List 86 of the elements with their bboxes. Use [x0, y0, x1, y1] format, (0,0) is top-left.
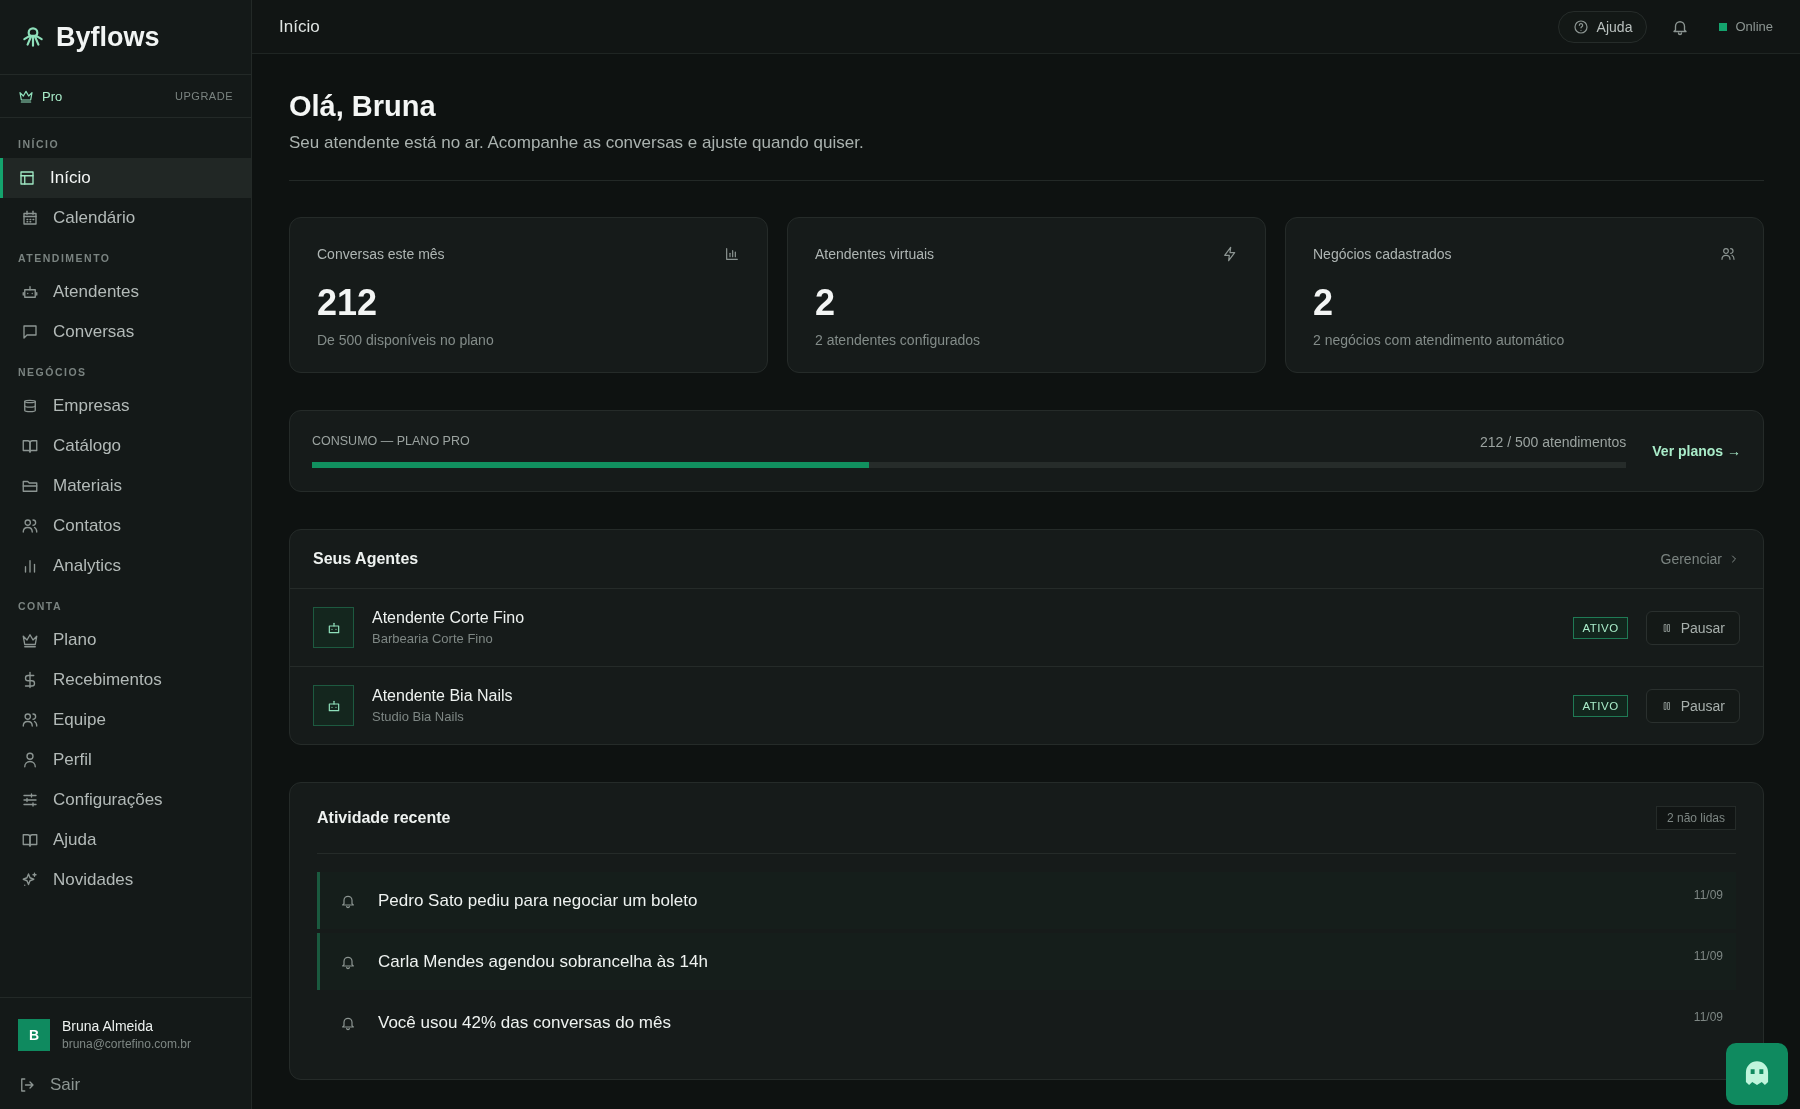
page-title: Início: [279, 16, 320, 37]
database-icon: [21, 397, 39, 415]
greeting-title: Olá, Bruna: [289, 90, 437, 123]
agent-name: Atendente Corte Fino: [372, 609, 526, 627]
robot-icon: [21, 283, 39, 301]
nav-item[interactable]: Equipe: [0, 700, 251, 740]
status-label: Online: [1735, 19, 1773, 34]
brand-name: Byflows: [56, 21, 160, 53]
stat-label: Atendentes virtuais: [815, 246, 935, 262]
crown-icon: [18, 88, 34, 104]
stat-value: 212: [317, 282, 379, 324]
bar-chart-icon: [724, 246, 740, 262]
nav-item[interactable]: Conversas: [0, 312, 251, 352]
stat-label: Conversas este mês: [317, 246, 445, 262]
avatar: B: [18, 1018, 50, 1051]
nav-item[interactable]: Materiais: [0, 466, 251, 506]
nav-item[interactable]: Atendentes: [0, 272, 251, 312]
users-icon: [21, 711, 39, 729]
activity-date: 11/09: [1693, 1010, 1723, 1024]
robot-icon: [313, 607, 354, 648]
logout-link[interactable]: Sair: [18, 1075, 233, 1095]
nav-item[interactable]: Contatos: [0, 506, 251, 546]
stat-value: 2: [1313, 282, 1335, 324]
unread-count: 2 não lidas: [1655, 806, 1736, 830]
user-name: Bruna Almeida: [62, 1018, 155, 1034]
users-icon: [21, 517, 39, 535]
nav-item[interactable]: Perfil: [0, 740, 251, 780]
status-badge: ATIVO: [1573, 694, 1628, 717]
activity-date: 11/09: [1693, 949, 1723, 963]
plan-label: Pro: [42, 88, 63, 104]
status-badge: ATIVO: [1573, 616, 1628, 639]
nav-item[interactable]: Recebimentos: [0, 660, 251, 700]
chat-icon: [21, 323, 39, 341]
nav-item[interactable]: Empresas: [0, 386, 251, 426]
greeting-subtitle: Seu atendente está no ar. Acompanhe as conversas e ajuste quando quiser.: [289, 133, 865, 153]
upgrade-link[interactable]: UPGRADE: [175, 90, 233, 102]
activity-text: Carla Mendes agendou sobrancelha às 14h: [378, 951, 709, 972]
section-heading: NEGÓCIOS: [17, 366, 88, 378]
pause-button[interactable]: Pausar: [1645, 688, 1740, 723]
pause-button[interactable]: Pausar: [1645, 610, 1740, 645]
activity-text: Você usou 42% das conversas do mês: [378, 1012, 672, 1033]
nav-item[interactable]: Analytics: [0, 546, 251, 586]
activity-item[interactable]: Você usou 42% das conversas do mês 11/09: [317, 994, 1736, 1051]
layout-icon: [18, 169, 36, 187]
users-icon: [1720, 246, 1736, 262]
sparkles-icon: [21, 871, 39, 889]
calendar-icon: [21, 209, 39, 227]
stat-note: 2 negócios com atendimento automático: [1313, 332, 1566, 348]
user-icon: [21, 751, 39, 769]
agent-business: Barbearia Corte Fino: [372, 631, 494, 646]
nav-item[interactable]: Ajuda: [0, 820, 251, 860]
help-button[interactable]: Ajuda: [1557, 10, 1648, 43]
activity-date: 11/09: [1693, 888, 1723, 902]
activity-text: Pedro Sato pediu para negociar um boleto: [378, 890, 699, 911]
sliders-icon: [21, 791, 39, 809]
logout-icon: [18, 1076, 36, 1094]
section-title: Atividade recente: [317, 809, 451, 827]
section-heading: CONTA: [17, 600, 64, 612]
section-title: Seus Agentes: [313, 550, 419, 568]
nav-item[interactable]: Plano: [0, 620, 251, 660]
lightning-icon: [1222, 246, 1238, 262]
section-heading: ATENDIMENTO: [17, 252, 112, 264]
plans-link[interactable]: Ver planos →: [1652, 443, 1741, 459]
nav-item[interactable]: Calendário: [0, 198, 251, 238]
crown-icon: [21, 631, 39, 649]
manage-link[interactable]: Gerenciar: [1660, 551, 1740, 567]
usage-reading: 212 / 500 atendimentos: [1479, 434, 1627, 450]
section-heading: INÍCIO: [17, 138, 61, 150]
nav-item[interactable]: Início: [0, 158, 251, 198]
book-icon: [21, 437, 39, 455]
stat-value: 2: [815, 282, 837, 324]
question-icon: [1572, 18, 1589, 35]
octopus-icon: [20, 24, 46, 50]
nav-item[interactable]: Novidades: [0, 860, 251, 900]
stat-note: 2 atendentes configurados: [815, 332, 981, 348]
book-icon: [21, 831, 39, 849]
nav-item[interactable]: Configurações: [0, 780, 251, 820]
stat-note: De 500 disponíveis no plano: [317, 332, 495, 348]
chat-assistant-button[interactable]: [1726, 1043, 1788, 1105]
agent-business: Studio Bia Nails: [372, 709, 465, 724]
nav-item[interactable]: Catálogo: [0, 426, 251, 466]
robot-icon: [313, 685, 354, 726]
user-email: bruna@cortefino.com.br: [62, 1037, 191, 1051]
stat-label: Negócios cadastrados: [1313, 246, 1452, 262]
agent-name: Atendente Bia Nails: [372, 687, 514, 705]
usage-title: CONSUMO — PLANO PRO: [312, 434, 470, 450]
